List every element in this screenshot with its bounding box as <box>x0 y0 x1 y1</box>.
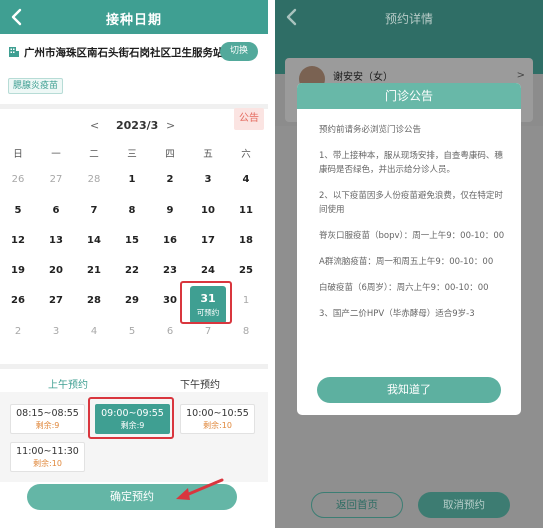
calendar-day[interactable]: 12 <box>5 235 31 246</box>
notice-paragraph: 3、国产二价HPV（毕赤酵母）适合9岁-3 <box>319 309 475 319</box>
highlight-frame-day <box>180 281 232 324</box>
calendar-day[interactable]: 15 <box>119 235 145 246</box>
calendar-day[interactable]: 2 <box>157 174 183 185</box>
calendar-day[interactable]: 25 <box>233 265 259 276</box>
calendar-day: 1 <box>242 295 250 306</box>
calendar-day[interactable]: 18 <box>233 235 259 246</box>
slot-remaining: 剩余:10 <box>33 459 62 468</box>
notice-paragraph: 白破疫苗（6周岁）：周六上午9：00-10：00 <box>319 283 489 293</box>
calendar-day: 28 <box>87 174 101 185</box>
calendar-day: 6 <box>166 326 174 337</box>
weekday-label: 四 <box>165 149 175 160</box>
notice-paragraph: 预约前请务必浏览门诊公告 <box>319 125 422 135</box>
calendar-day: 26 <box>11 174 25 185</box>
patient-name: 谢安安（女） <box>333 72 393 83</box>
modal-title: 门诊公告 <box>297 83 521 109</box>
screenshot-divider <box>268 0 275 528</box>
slot-time: 10:00~10:55 <box>186 408 249 419</box>
weekday-label: 五 <box>203 149 213 160</box>
notice-paragraph: 2、以下疫苗因多人份疫苗避免浪费，仅在特定时间使用 <box>319 191 503 215</box>
calendar-day[interactable]: 8 <box>119 205 145 216</box>
tab-afternoon[interactable]: 下午预约 <box>160 376 240 391</box>
next-month-button[interactable]: > <box>166 119 175 132</box>
calendar-day: 8 <box>242 326 250 337</box>
calendar-day: 4 <box>90 326 98 337</box>
weekday-header: 日一二三四五六 <box>0 146 268 160</box>
calendar-day[interactable]: 26 <box>5 295 31 306</box>
calendar-day[interactable]: 14 <box>81 235 107 246</box>
section-divider <box>0 104 268 109</box>
highlight-frame-slot <box>88 397 174 439</box>
weekday-label: 二 <box>89 149 99 160</box>
calendar-day: 5 <box>128 326 136 337</box>
time-slot[interactable]: 11:00~11:30 剩余:10 <box>10 442 85 472</box>
calendar-day[interactable]: 21 <box>81 265 107 276</box>
calendar-day[interactable]: 6 <box>43 205 69 216</box>
calendar-day: 7 <box>204 326 212 337</box>
appointment-detail-screen: 预约详情 谢安安（女） > 返回首页 取消预约 门诊公告 预约前请务必浏览门诊公… <box>275 0 543 528</box>
vaccine-tag: 腮腺炎疫苗 <box>8 78 64 94</box>
cancel-appointment-button[interactable]: 取消预约 <box>418 492 510 518</box>
calendar-day[interactable]: 19 <box>5 265 31 276</box>
calendar-day: 27 <box>49 174 63 185</box>
slot-remaining: 剩余:9 <box>35 421 60 430</box>
calendar-day: 2 <box>14 326 22 337</box>
site-row: 广州市海珠区南石头街石岗社区卫生服务站 切换 <box>0 34 268 70</box>
calendar-day[interactable]: 4 <box>233 174 259 185</box>
notice-paragraph: A群流脑疫苗：周一和周五上午9：00-10：00 <box>319 257 494 267</box>
calendar-day[interactable]: 23 <box>157 265 183 276</box>
month-label: 2023/3 <box>116 119 159 132</box>
calendar-day[interactable]: 28 <box>81 295 107 306</box>
calendar-day[interactable]: 29 <box>119 295 145 306</box>
modal-body: 预约前请务必浏览门诊公告 1、带上接种本，服从现场安排，自查粤康码、穗康码是否绿… <box>319 123 505 333</box>
weekday-label: 六 <box>241 149 251 160</box>
weekday-label: 日 <box>13 149 23 160</box>
calendar-day[interactable]: 9 <box>157 205 183 216</box>
month-navigator: < 2023/3 > <box>0 116 268 134</box>
back-home-button[interactable]: 返回首页 <box>311 492 403 518</box>
slot-time: 08:15~08:55 <box>16 408 79 419</box>
header-bar: 接种日期 <box>0 0 268 34</box>
calendar-day[interactable]: 22 <box>119 265 145 276</box>
switch-site-button[interactable]: 切换 <box>220 42 258 61</box>
tab-morning[interactable]: 上午预约 <box>28 376 108 391</box>
notice-paragraph: 1、带上接种本，服从现场安排，自查粤康码、穗康码是否绿色，并出示给分诊人员。 <box>319 151 503 175</box>
site-name: 广州市海珠区南石头街石岗社区卫生服务站 <box>24 47 224 59</box>
notice-modal: 门诊公告 预约前请务必浏览门诊公告 1、带上接种本，服从现场安排，自查粤康码、穗… <box>297 83 521 415</box>
appointment-date-screen: 接种日期 广州市海珠区南石头街石岗社区卫生服务站 切换 腮腺炎疫苗 < 2023… <box>0 0 268 528</box>
calendar-day[interactable]: 27 <box>43 295 69 306</box>
calendar-day[interactable]: 5 <box>5 205 31 216</box>
calendar-day[interactable]: 11 <box>233 205 259 216</box>
slot-time: 11:00~11:30 <box>16 446 79 457</box>
time-slot[interactable]: 08:15~08:55 剩余:9 <box>10 404 85 434</box>
page-title: 接种日期 <box>105 13 162 28</box>
notice-paragraph: 脊灰口服疫苗（bopv）：周一上午9：00-10：00 <box>319 231 505 241</box>
calendar-day[interactable]: 17 <box>195 235 221 246</box>
prev-month-button[interactable]: < <box>90 119 99 132</box>
page-title: 预约详情 <box>384 12 433 26</box>
calendar-day[interactable]: 1 <box>119 174 145 185</box>
building-icon <box>9 47 19 57</box>
header-bar: 预约详情 <box>275 0 543 34</box>
calendar-day[interactable]: 7 <box>81 205 107 216</box>
calendar-day: 3 <box>52 326 60 337</box>
slot-remaining: 剩余:10 <box>203 421 232 430</box>
bottom-actions: 返回首页 取消预约 <box>275 484 543 528</box>
weekday-label: 一 <box>51 149 61 160</box>
calendar-day[interactable]: 16 <box>157 235 183 246</box>
acknowledge-button[interactable]: 我知道了 <box>317 377 501 403</box>
notice-tab[interactable]: 公告 <box>234 108 264 130</box>
calendar-day[interactable]: 24 <box>195 265 221 276</box>
calendar-day[interactable]: 10 <box>195 205 221 216</box>
calendar-day[interactable]: 3 <box>195 174 221 185</box>
annotation-arrow-icon <box>176 478 224 500</box>
chevron-right-icon: > <box>516 70 525 81</box>
period-tabs: 上午预约 下午预约 <box>0 364 268 396</box>
time-slot[interactable]: 10:00~10:55 剩余:10 <box>180 404 255 434</box>
calendar-day[interactable]: 13 <box>43 235 69 246</box>
weekday-label: 三 <box>127 149 137 160</box>
calendar-day[interactable]: 20 <box>43 265 69 276</box>
